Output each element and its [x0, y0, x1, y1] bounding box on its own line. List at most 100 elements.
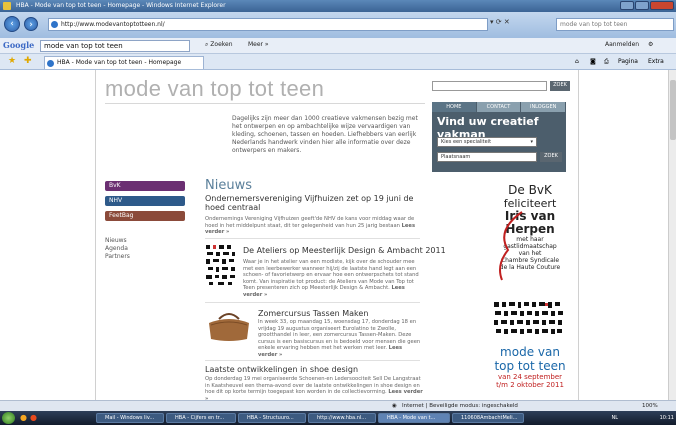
vertical-scrollbar[interactable] [668, 70, 676, 400]
finder-panel: HOME CONTACT INLOGGEN Vind uw creatief v… [432, 102, 567, 172]
forward-button[interactable]: › [24, 17, 38, 31]
zoeken-button[interactable]: ⌕ Zoeken [205, 41, 233, 49]
extra-menu[interactable]: Extra [648, 58, 664, 65]
place-input[interactable]: Plaatsnaam [437, 152, 537, 162]
google-search-input[interactable]: mode van top tot teen [40, 40, 190, 52]
google-toolbar: Google mode van top tot teen ⌕ Zoeken Me… [0, 38, 676, 54]
google-search-icon: ⌕ [205, 41, 209, 48]
article-divider [205, 238, 420, 239]
system-tray: NL 10:11 [611, 413, 674, 423]
tab-title: HBA - Mode van top tot teen - Homepage [57, 59, 182, 66]
maximize-button[interactable] [635, 1, 649, 10]
windows-taskbar: ● ● Mail - Windows liv... HBA - Cijfers … [0, 411, 676, 425]
article-body: Ondernemings Vereniging Vijfhuizen geeft… [205, 216, 425, 236]
refresh-stop-icons[interactable]: ▾ ⟳ ✕ [490, 18, 530, 31]
page-viewport: mode van top tot teen Dagelijks zijn mee… [0, 70, 676, 400]
taskbar-item[interactable]: HBA - Structuuro... [238, 413, 306, 423]
site-favicon-icon [51, 21, 58, 28]
address-field[interactable]: http://www.modevantoptotteen.nl/ [48, 18, 488, 31]
ateliers-thumbnail [205, 243, 237, 287]
ie-search-text: mode van top tot teen [560, 21, 628, 28]
logo-divider [105, 103, 425, 104]
minimize-button[interactable] [620, 1, 634, 10]
article-text: Ondernemings Vereniging Vijfhuizen geeft… [205, 216, 415, 229]
taskbar-item[interactable]: 110608AmbachtMeli... [452, 413, 524, 423]
taskbar-item[interactable]: Mail - Windows liv... [96, 413, 164, 423]
tab-contact[interactable]: CONTACT [476, 102, 522, 112]
article-body: In week 33, op maandag 15, woensdag 17, … [258, 319, 423, 358]
browser-tab[interactable]: HBA - Mode van top tot teen - Homepage [44, 56, 204, 69]
taskbar-item[interactable]: http://www.hba.nl... [308, 413, 376, 423]
nav-bvk[interactable]: BvK [105, 181, 185, 191]
ad-line: t/m 2 oktober 2011 [496, 381, 564, 389]
site-logo[interactable]: mode van top tot teen [105, 76, 324, 102]
article-title[interactable]: De Ateliers op Meesterlijk Design & Amba… [243, 246, 473, 255]
wrench-icon[interactable]: ⚙ [648, 41, 653, 48]
mode-event-banner[interactable]: mode van top tot teen van 24 september t… [490, 345, 570, 389]
link-nieuws[interactable]: Nieuws [105, 237, 130, 245]
site-search-button[interactable]: ZOEK [550, 81, 570, 91]
back-button[interactable]: ‹ [4, 16, 20, 32]
news-heading: Nieuws [205, 178, 252, 193]
intro-text: Dagelijks zijn meer dan 1000 creatieve v… [232, 115, 418, 154]
taskbar-item[interactable]: HBA - Cijfers en tr... [166, 413, 236, 423]
quicklaunch-icon[interactable]: ● [30, 413, 37, 422]
google-search-text: mode van top tot teen [44, 42, 123, 50]
tab-inloggen[interactable]: INLOGGEN [521, 102, 567, 112]
google-logo: Google [3, 40, 35, 50]
article-body: Op donderdag 19 mei organiseerde Schoene… [205, 376, 425, 400]
globe-icon: ◉ [392, 403, 397, 409]
window-title: HBA - Mode van top tot teen - Homepage -… [16, 2, 226, 9]
pagina-menu[interactable]: Pagina [618, 58, 638, 65]
article-title[interactable]: Zomercursus Tassen Maken [258, 309, 428, 318]
chevron-down-icon: ▾ [530, 139, 533, 145]
ie-search-input[interactable]: mode van top tot teen [556, 18, 674, 31]
language-indicator[interactable]: NL [611, 415, 618, 421]
article-body: Waar je in het atelier van een modiste, … [243, 259, 423, 298]
clock[interactable]: 10:11 [660, 415, 674, 421]
left-page-border [95, 70, 96, 400]
ad-line: mode van [500, 345, 560, 359]
meer-button[interactable]: Meer » [248, 41, 269, 48]
article-divider [205, 360, 420, 361]
side-links: Nieuws Agenda Partners [105, 237, 130, 261]
aanmelden-button[interactable]: Aanmelden [605, 41, 639, 48]
right-page-border [578, 70, 579, 400]
favorites-star-icon[interactable]: ★ [8, 56, 16, 66]
window-controls [620, 1, 674, 10]
ad-line: top tot teen [494, 359, 566, 373]
add-favorites-icon[interactable]: ✚ [24, 56, 32, 66]
link-agenda[interactable]: Agenda [105, 245, 130, 253]
handbag-thumbnail [209, 313, 249, 341]
print-icon[interactable]: ⎙ [604, 58, 609, 66]
link-partners[interactable]: Partners [105, 253, 130, 261]
taskbar-item-active[interactable]: HBA - Mode van t... [378, 413, 450, 423]
article-title[interactable]: Laatste ontwikkelingen in shoe design [205, 365, 435, 374]
quicklaunch-icon[interactable]: ● [20, 413, 27, 422]
nav-feetbag[interactable]: FeetBag [105, 211, 185, 221]
ad-line: van 24 september [497, 373, 563, 381]
feeds-icon[interactable]: ◙ [590, 58, 596, 65]
site-search-input[interactable] [432, 81, 547, 91]
nav-nhv[interactable]: NHV [105, 196, 185, 206]
zoeken-label: Zoeken [210, 41, 233, 48]
address-toolbar: ‹ › http://www.modevantoptotteen.nl/ ▾ ⟳… [0, 12, 676, 38]
zoom-level[interactable]: 100% [642, 401, 658, 411]
window-titlebar: HBA - Mode van top tot teen - Homepage -… [0, 0, 676, 12]
status-bar: ◉ Internet | Beveiligde modus: ingeschak… [0, 400, 676, 411]
security-zone[interactable]: Internet | Beveiligde modus: ingeschakel… [402, 401, 518, 411]
tab-favicon-icon [47, 60, 54, 67]
start-button[interactable] [2, 412, 15, 424]
ie-app-icon [3, 2, 11, 10]
specialty-select[interactable]: Kies een specialiteit ▾ [437, 137, 537, 147]
scrollbar-thumb[interactable] [670, 80, 676, 140]
figure-silhouette-icon [499, 211, 523, 281]
ad-line: De BvK [508, 183, 552, 197]
finder-search-button[interactable]: ZOEK [540, 152, 562, 162]
tab-home[interactable]: HOME [432, 102, 477, 112]
address-url: http://www.modevantoptotteen.nl/ [61, 21, 165, 28]
home-icon[interactable]: ⌂ [575, 58, 579, 65]
article-title[interactable]: Ondernemersvereniging Vijfhuizen zet op … [205, 194, 435, 212]
specialty-select-value: Kies een specialiteit [441, 139, 492, 145]
close-button[interactable] [650, 1, 674, 10]
